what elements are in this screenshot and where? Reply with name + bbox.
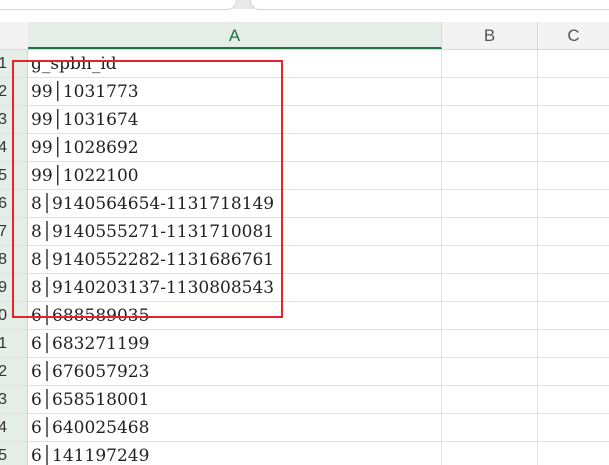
cell-b[interactable] bbox=[442, 442, 538, 465]
cell-b[interactable] bbox=[442, 302, 538, 329]
cell-a[interactable]: 8│9140552282-1131686761 bbox=[28, 246, 442, 273]
sheet-tab[interactable] bbox=[0, 0, 237, 10]
table-row: 98│9140203137-1130808543 bbox=[0, 274, 609, 302]
row-header[interactable]: 2 bbox=[0, 78, 28, 105]
cell-c[interactable] bbox=[538, 218, 609, 245]
row-number: 14 bbox=[0, 414, 7, 441]
cell-b[interactable] bbox=[442, 330, 538, 357]
row-header[interactable]: 7 bbox=[0, 218, 28, 245]
row-header[interactable]: 6 bbox=[0, 190, 28, 217]
cell-c[interactable] bbox=[538, 330, 609, 357]
row-header[interactable]: 14 bbox=[0, 414, 28, 441]
table-row: 13 6│658518001 bbox=[0, 386, 609, 414]
cell-a[interactable]: 6│683271199 bbox=[28, 330, 442, 357]
cell-a[interactable]: 6│676057923 bbox=[28, 358, 442, 385]
table-row: 88│9140552282-1131686761 bbox=[0, 246, 609, 274]
tab-strip bbox=[0, 0, 609, 10]
table-row: 78│9140555271-1131710081 bbox=[0, 218, 609, 246]
table-row: 399│1031674 bbox=[0, 106, 609, 134]
cell-b[interactable] bbox=[442, 78, 538, 105]
cell-c[interactable] bbox=[538, 50, 609, 77]
row-number: 15 bbox=[0, 442, 7, 465]
table-row: 15 6│141197249 bbox=[0, 442, 609, 465]
cell-b[interactable] bbox=[442, 274, 538, 301]
row-number: 13 bbox=[0, 386, 7, 413]
cell-c[interactable] bbox=[538, 162, 609, 189]
row-header[interactable]: 15 bbox=[0, 442, 28, 465]
row-header[interactable]: 3 bbox=[0, 106, 28, 133]
row-header[interactable]: 1 bbox=[0, 50, 28, 77]
table-row: 11 6│683271199 bbox=[0, 330, 609, 358]
cell-c[interactable] bbox=[538, 414, 609, 441]
cell-b[interactable] bbox=[442, 386, 538, 413]
row-header[interactable]: 13 bbox=[0, 386, 28, 413]
cell-b[interactable] bbox=[442, 106, 538, 133]
cell-c[interactable] bbox=[538, 302, 609, 329]
row-number: 12 bbox=[0, 358, 7, 385]
cell-b[interactable] bbox=[442, 162, 538, 189]
table-row: 1g_spbh_id bbox=[0, 50, 609, 78]
cell-a[interactable]: 99│1031773 bbox=[28, 78, 442, 105]
sheet-tab[interactable] bbox=[250, 0, 609, 10]
table-row: 299│1031773 bbox=[0, 78, 609, 106]
row-header[interactable]: 5 bbox=[0, 162, 28, 189]
cell-a[interactable]: 6│688589035 bbox=[28, 302, 442, 329]
column-header-a[interactable]: A bbox=[28, 22, 442, 49]
cell-b[interactable] bbox=[442, 414, 538, 441]
row-header[interactable]: 12 bbox=[0, 358, 28, 385]
spreadsheet: A B C 1g_spbh_id299│1031773399│103167449… bbox=[0, 0, 609, 465]
table-row: 14 6│640025468 bbox=[0, 414, 609, 442]
cell-c[interactable] bbox=[538, 78, 609, 105]
cell-c[interactable] bbox=[538, 274, 609, 301]
cell-b[interactable] bbox=[442, 134, 538, 161]
cell-a[interactable]: 6│658518001 bbox=[28, 386, 442, 413]
table-row: 599│1022100 bbox=[0, 162, 609, 190]
column-header-b[interactable]: B bbox=[442, 22, 538, 49]
row-header[interactable]: 9 bbox=[0, 274, 28, 301]
column-header-c[interactable]: C bbox=[538, 22, 609, 49]
cell-a[interactable]: 6│640025468 bbox=[28, 414, 442, 441]
cell-b[interactable] bbox=[442, 190, 538, 217]
cell-a[interactable]: 6│141197249 bbox=[28, 442, 442, 465]
cell-c[interactable] bbox=[538, 134, 609, 161]
row-header[interactable]: 8 bbox=[0, 246, 28, 273]
cell-b[interactable] bbox=[442, 246, 538, 273]
cell-b[interactable] bbox=[442, 218, 538, 245]
cell-a[interactable]: 99│1028692 bbox=[28, 134, 442, 161]
cell-a[interactable]: 99│1022100 bbox=[28, 162, 442, 189]
table-row: 12 6│676057923 bbox=[0, 358, 609, 386]
row-number: 10 bbox=[0, 302, 7, 329]
cell-a[interactable]: 8│9140564654-1131718149 bbox=[28, 190, 442, 217]
row-header[interactable]: 10 bbox=[0, 302, 28, 329]
cell-c[interactable] bbox=[538, 358, 609, 385]
cell-c[interactable] bbox=[538, 386, 609, 413]
table-row: 499│1028692 bbox=[0, 134, 609, 162]
cell-c[interactable] bbox=[538, 442, 609, 465]
cell-a[interactable]: 8│9140203137-1130808543 bbox=[28, 274, 442, 301]
cell-grid: 1g_spbh_id299│1031773399│1031674499│1028… bbox=[0, 50, 609, 465]
row-header[interactable]: 4 bbox=[0, 134, 28, 161]
row-header[interactable]: 11 bbox=[0, 330, 28, 357]
table-row: 68│9140564654-1131718149 bbox=[0, 190, 609, 218]
cell-b[interactable] bbox=[442, 50, 538, 77]
row-number: 11 bbox=[0, 330, 7, 357]
table-row: 10 6│688589035 bbox=[0, 302, 609, 330]
cell-b[interactable] bbox=[442, 358, 538, 385]
cell-a[interactable]: 99│1031674 bbox=[28, 106, 442, 133]
cell-a[interactable]: g_spbh_id bbox=[28, 50, 442, 77]
cell-c[interactable] bbox=[538, 106, 609, 133]
cell-c[interactable] bbox=[538, 246, 609, 273]
column-header-row: A B C bbox=[0, 22, 609, 50]
cell-c[interactable] bbox=[538, 190, 609, 217]
cell-a[interactable]: 8│9140555271-1131710081 bbox=[28, 218, 442, 245]
